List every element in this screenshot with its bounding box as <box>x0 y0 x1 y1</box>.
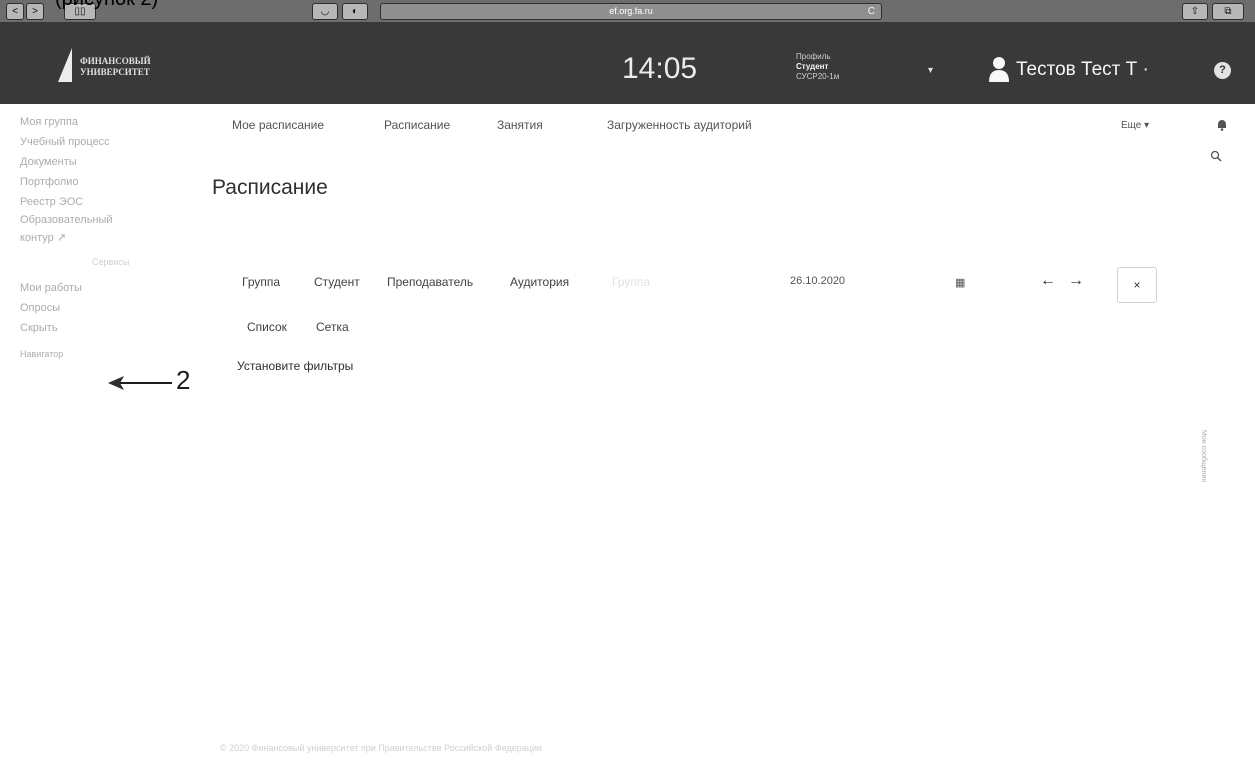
page-title: Расписание <box>212 176 328 199</box>
annotation-arrow-icon <box>108 376 172 390</box>
logo-icon[interactable] <box>58 48 72 82</box>
filter-input[interactable]: Группа <box>612 275 650 289</box>
share-icon[interactable]: ⇧ <box>1182 3 1208 20</box>
tab-schedule[interactable]: Расписание <box>384 118 450 132</box>
user-icon[interactable] <box>988 56 1010 82</box>
profile-caret-icon[interactable]: ▾ <box>928 65 933 76</box>
logo-line1: ФИНАНСОВЫЙ <box>80 56 151 66</box>
sidebar-item-edu-contour-2[interactable]: контур ↗ <box>20 228 190 248</box>
profile-label: Профиль <box>796 52 831 61</box>
back-button[interactable]: < <box>6 3 24 20</box>
browser-toolbar: < > ▯▯ ◡ ◐ ef.org.fa.ru C ⇧ ⧉ <box>0 0 1255 23</box>
search-icon[interactable] <box>1210 150 1222 162</box>
sidebar-item-my-works[interactable]: Мои работы <box>20 278 190 298</box>
figure-caption: (рисунок 2) <box>55 0 158 11</box>
sidebar-item-surveys[interactable]: Опросы <box>20 298 190 318</box>
clock: 14:05 <box>622 52 698 85</box>
bell-icon[interactable] <box>1217 119 1227 131</box>
sidebar-section-services: Сервисы <box>92 257 130 267</box>
tab-room-load[interactable]: Загруженность аудиторий <box>607 118 752 132</box>
sidebar-item-documents[interactable]: Документы <box>20 152 190 172</box>
sidebar-item-my-group[interactable]: Моя группа <box>20 112 190 132</box>
profile-switcher[interactable]: Профиль Студент СУСР20-1м <box>796 52 839 82</box>
clear-button[interactable]: × <box>1117 267 1157 303</box>
filter-room[interactable]: Аудитория <box>510 275 569 289</box>
view-grid[interactable]: Сетка <box>316 320 349 334</box>
reload-icon[interactable]: C <box>868 4 875 19</box>
logo-text[interactable]: ФИНАНСОВЫЙ УНИВЕРСИТЕТ <box>80 56 151 78</box>
sidebar-item-portfolio[interactable]: Портфолио <box>20 172 190 192</box>
forward-button[interactable]: > <box>26 3 44 20</box>
sidebar: Моя группа Учебный процесс Документы Пор… <box>20 112 190 364</box>
tab-classes[interactable]: Занятия <box>497 118 543 132</box>
logo-line2: УНИВЕРСИТЕТ <box>80 67 150 77</box>
messages-vertical-tab[interactable]: Мои сообщения <box>1200 430 1207 482</box>
arrow-right-icon[interactable]: → <box>1068 272 1084 290</box>
view-list[interactable]: Список <box>247 320 287 334</box>
tabs-icon[interactable]: ⧉ <box>1212 3 1244 20</box>
help-icon[interactable]: ? <box>1214 62 1231 79</box>
footer-text: © 2020 Финансовый университет при Правит… <box>220 743 542 753</box>
filter-group[interactable]: Группа <box>242 275 280 289</box>
filter-student[interactable]: Студент <box>314 275 360 289</box>
shield-icon[interactable]: ◡ <box>312 3 338 20</box>
annotation-number: 2 <box>176 365 191 395</box>
filter-teacher[interactable]: Преподаватель <box>387 275 473 289</box>
url-text: ef.org.fa.ru <box>609 6 653 16</box>
sidebar-item-hide[interactable]: Скрыть <box>20 318 190 338</box>
arrow-left-icon[interactable]: ← <box>1040 272 1056 290</box>
privacy-icon[interactable]: ◐ <box>342 3 368 20</box>
address-bar[interactable]: ef.org.fa.ru C <box>380 3 882 20</box>
profile-role: Студент <box>796 62 829 71</box>
empty-hint: Установите фильтры <box>237 359 354 373</box>
sidebar-item-registry[interactable]: Реестр ЭОС <box>20 192 190 212</box>
date-field[interactable]: 26.10.2020 <box>790 275 845 287</box>
sidebar-item-study[interactable]: Учебный процесс <box>20 132 190 152</box>
sidebar-item-navigator[interactable]: Навигатор <box>20 344 190 364</box>
user-menu[interactable]: Тестов Тест Т · <box>1016 59 1149 81</box>
tab-my-schedule[interactable]: Мое расписание <box>232 118 324 132</box>
tab-more[interactable]: Еще ▾ <box>1121 120 1149 131</box>
profile-group: СУСР20-1м <box>796 72 840 81</box>
site-header: ФИНАНСОВЫЙ УНИВЕРСИТЕТ 14:05 Профиль Сту… <box>0 22 1255 104</box>
sidebar-item-edu-contour[interactable]: Образовательный <box>20 212 190 228</box>
calendar-icon[interactable]: ▦ <box>955 276 965 289</box>
